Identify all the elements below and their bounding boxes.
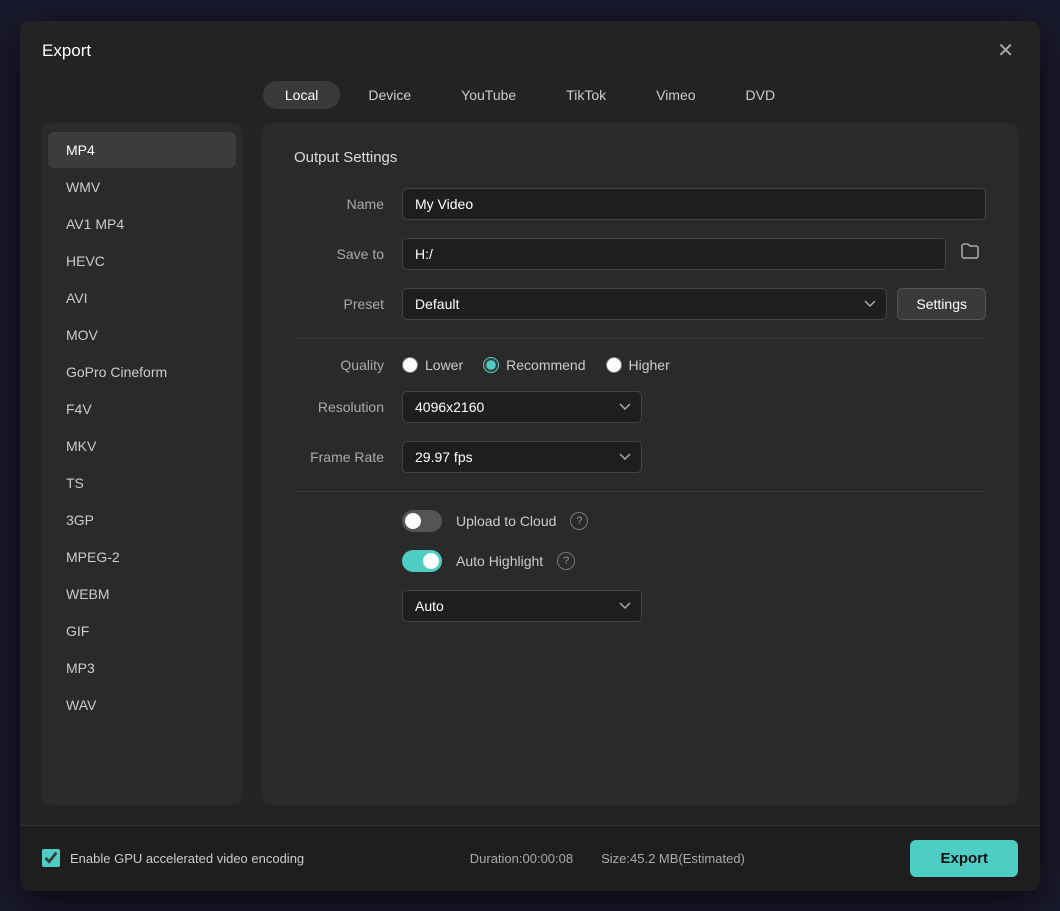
sidebar-item-mpeg2[interactable]: MPEG-2 [48,539,236,575]
quality-options: Lower Recommend Higher [402,357,670,373]
upload-cloud-toggle[interactable] [402,510,442,532]
dialog-title: Export [42,41,91,61]
upload-cloud-help-icon[interactable]: ? [570,512,588,530]
sidebar-item-wav[interactable]: WAV [48,687,236,723]
frame-rate-select[interactable]: 29.97 fps 25 fps 24 fps 60 fps [402,441,642,473]
quality-recommend[interactable]: Recommend [483,357,585,373]
settings-button[interactable]: Settings [897,288,986,320]
save-to-input[interactable] [402,238,946,270]
quality-recommend-radio[interactable] [483,357,499,373]
close-button[interactable]: ✕ [993,37,1018,65]
sidebar-item-av1mp4[interactable]: AV1 MP4 [48,206,236,242]
auto-highlight-slider [402,550,442,572]
quality-lower[interactable]: Lower [402,357,463,373]
sidebar-item-ts[interactable]: TS [48,465,236,501]
quality-higher-label: Higher [629,357,670,373]
sidebar-item-mov[interactable]: MOV [48,317,236,353]
upload-cloud-row: Upload to Cloud ? [402,510,986,532]
gpu-checkbox-label[interactable]: Enable GPU accelerated video encoding [42,849,304,867]
preset-label: Preset [294,296,384,312]
size-label: Size:45.2 MB(Estimated) [601,851,745,866]
tabs-row: Local Device YouTube TikTok Vimeo DVD [20,75,1040,123]
sidebar-item-gif[interactable]: GIF [48,613,236,649]
auto-highlight-toggle-row: Auto Highlight ? [402,550,986,572]
upload-cloud-label: Upload to Cloud [456,513,556,529]
dialog-footer: Enable GPU accelerated video encoding Du… [20,825,1040,891]
quality-higher[interactable]: Higher [606,357,670,373]
name-label: Name [294,196,384,212]
resolution-label: Resolution [294,399,384,415]
name-row: Name [294,188,986,220]
quality-higher-radio[interactable] [606,357,622,373]
save-to-label: Save to [294,246,384,262]
quality-lower-label: Lower [425,357,463,373]
auto-select-dropdown[interactable]: Auto Manual [402,590,642,622]
tab-tiktok[interactable]: TikTok [544,81,628,109]
sidebar-item-wmv[interactable]: WMV [48,169,236,205]
gpu-label: Enable GPU accelerated video encoding [70,851,304,866]
auto-highlight-help-icon[interactable]: ? [557,552,575,570]
output-settings-panel: Output Settings Name Save to [262,123,1018,805]
sidebar-item-mp4[interactable]: MP4 [48,132,236,168]
frame-rate-label: Frame Rate [294,449,384,465]
frame-rate-row: Frame Rate 29.97 fps 25 fps 24 fps 60 fp… [294,441,986,473]
export-dialog: Export ✕ Local Device YouTube TikTok Vim… [20,21,1040,891]
folder-browse-button[interactable] [954,238,986,269]
sidebar-item-avi[interactable]: AVI [48,280,236,316]
sidebar-item-gopro[interactable]: GoPro Cineform [48,354,236,390]
save-to-row: Save to [294,238,986,270]
preset-row: Preset Default High Quality Low Quality … [294,288,986,320]
resolution-select[interactable]: 4096x2160 3840x2160 1920x1080 1280x720 [402,391,642,423]
duration-label: Duration:00:00:08 [470,851,573,866]
sidebar-item-3gp[interactable]: 3GP [48,502,236,538]
auto-highlight-section: Auto Highlight ? Auto Manual [402,550,986,622]
export-button[interactable]: Export [910,840,1018,877]
upload-cloud-slider [402,510,442,532]
name-input[interactable] [402,188,986,220]
auto-highlight-label: Auto Highlight [456,553,543,569]
quality-recommend-label: Recommend [506,357,585,373]
preset-select[interactable]: Default High Quality Low Quality [402,288,887,320]
auto-select-row: Auto Manual [402,590,986,622]
quality-lower-radio[interactable] [402,357,418,373]
divider [294,338,986,339]
tab-local[interactable]: Local [263,81,340,109]
preset-input-row: Default High Quality Low Quality Setting… [402,288,986,320]
sidebar-item-hevc[interactable]: HEVC [48,243,236,279]
gpu-checkbox[interactable] [42,849,60,867]
divider2 [294,491,986,492]
sidebar-item-mp3[interactable]: MP3 [48,650,236,686]
dialog-body: MP4 WMV AV1 MP4 HEVC AVI MOV GoPro Cinef… [20,123,1040,825]
resolution-row: Resolution 4096x2160 3840x2160 1920x1080… [294,391,986,423]
footer-info: Duration:00:00:08 Size:45.2 MB(Estimated… [470,851,745,866]
sidebar-item-webm[interactable]: WEBM [48,576,236,612]
upload-cloud-toggle-row: Upload to Cloud ? [402,510,986,532]
tab-youtube[interactable]: YouTube [439,81,538,109]
dialog-header: Export ✕ [20,21,1040,75]
sidebar-item-f4v[interactable]: F4V [48,391,236,427]
quality-row: Quality Lower Recommend Higher [294,357,986,373]
save-to-input-row [402,238,986,270]
quality-label: Quality [294,357,384,373]
auto-highlight-toggle[interactable] [402,550,442,572]
tab-vimeo[interactable]: Vimeo [634,81,717,109]
tab-device[interactable]: Device [346,81,433,109]
tab-dvd[interactable]: DVD [724,81,798,109]
sidebar-item-mkv[interactable]: MKV [48,428,236,464]
format-sidebar: MP4 WMV AV1 MP4 HEVC AVI MOV GoPro Cinef… [42,123,242,805]
section-title: Output Settings [294,149,986,166]
